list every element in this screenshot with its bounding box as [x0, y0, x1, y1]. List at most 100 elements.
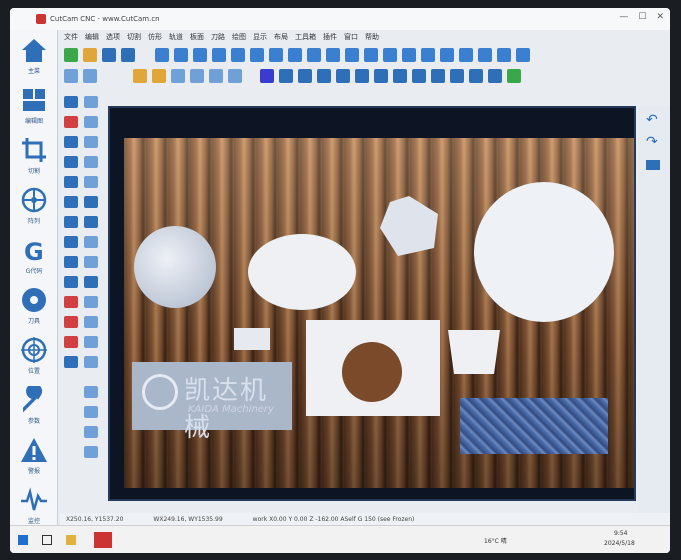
tool-icon[interactable] — [497, 48, 511, 62]
tool-icon[interactable] — [84, 116, 98, 128]
file-explorer-icon[interactable] — [66, 535, 76, 545]
windows-start-icon[interactable] — [18, 535, 28, 545]
sidebar-item-array[interactable]: 阵列 — [14, 186, 54, 232]
menu-item[interactable]: 选项 — [106, 32, 120, 42]
tool-icon[interactable] — [355, 69, 369, 83]
tool-icon[interactable] — [84, 296, 98, 308]
menu-item[interactable]: 编辑 — [85, 32, 99, 42]
tool-icon[interactable] — [64, 116, 78, 128]
menu-item[interactable]: 插件 — [323, 32, 337, 42]
tool-icon[interactable] — [288, 48, 302, 62]
tool-icon[interactable] — [440, 48, 454, 62]
cutcam-taskbar-icon[interactable] — [94, 532, 112, 548]
sidebar-item-crop[interactable]: 切割 — [14, 136, 54, 182]
part-circle-large[interactable] — [474, 182, 614, 322]
tool-icon[interactable] — [402, 48, 416, 62]
tool-icon[interactable] — [64, 256, 78, 268]
sidebar-item-position[interactable]: 位置 — [14, 336, 54, 382]
minimize-icon[interactable]: — — [619, 12, 628, 22]
menu-item[interactable]: 文件 — [64, 32, 78, 42]
tool-icon[interactable] — [84, 406, 98, 418]
tool-icon[interactable] — [64, 276, 78, 288]
tool-icon[interactable] — [84, 316, 98, 328]
sidebar-item-tool[interactable]: 刀具 — [14, 286, 54, 332]
tool-icon[interactable] — [155, 48, 169, 62]
tool-icon[interactable] — [152, 69, 166, 83]
part-plate-with-hole[interactable] — [306, 320, 440, 416]
tool-icon[interactable] — [84, 356, 98, 368]
tool-icon[interactable] — [231, 48, 245, 62]
part-logo-plate[interactable]: 凯达机械 KAIDA Machinery — [132, 362, 292, 443]
sidebar-item-alarm[interactable]: 警报 — [14, 436, 54, 482]
tool-icon[interactable] — [421, 48, 435, 62]
add-icon[interactable] — [64, 48, 78, 62]
tool-icon[interactable] — [488, 69, 502, 83]
scissors-icon[interactable] — [64, 316, 78, 328]
menu-item[interactable]: 轨道 — [169, 32, 183, 42]
tool-icon[interactable] — [83, 69, 97, 83]
tool-icon[interactable] — [84, 196, 98, 208]
warning-icon[interactable] — [133, 69, 147, 83]
tool-icon[interactable] — [84, 426, 98, 438]
tool-icon[interactable] — [336, 69, 350, 83]
tool-icon[interactable] — [171, 69, 185, 83]
part-trapezoid[interactable] — [446, 328, 502, 376]
menu-item[interactable]: 切割 — [127, 32, 141, 42]
tool-icon[interactable] — [84, 336, 98, 348]
menu-item[interactable]: 帮助 — [365, 32, 379, 42]
menu-item[interactable]: 布局 — [274, 32, 288, 42]
tool-icon[interactable] — [84, 176, 98, 188]
cross-icon[interactable] — [64, 296, 78, 308]
tool-icon[interactable] — [478, 48, 492, 62]
tool-icon[interactable] — [364, 48, 378, 62]
tool-icon[interactable] — [174, 48, 188, 62]
tool-icon[interactable] — [84, 96, 98, 108]
circle-icon[interactable] — [84, 216, 98, 228]
clock-icon[interactable] — [228, 69, 242, 83]
tool-icon[interactable] — [326, 48, 340, 62]
maximize-icon[interactable]: ☐ — [638, 12, 646, 22]
tool-icon[interactable] — [64, 216, 78, 228]
menu-item[interactable]: 工具箱 — [295, 32, 316, 42]
sidebar-item-params[interactable]: 参数 — [14, 386, 54, 432]
tool-icon[interactable] — [64, 69, 78, 83]
tool-icon[interactable] — [64, 336, 78, 348]
menu-item[interactable]: 窗口 — [344, 32, 358, 42]
menu-item[interactable]: 绘图 — [232, 32, 246, 42]
tool-icon[interactable] — [317, 69, 331, 83]
tool-icon[interactable] — [459, 48, 473, 62]
tool-icon[interactable] — [84, 256, 98, 268]
tool-icon[interactable] — [64, 196, 78, 208]
close-icon[interactable]: ✕ — [656, 12, 664, 22]
menu-item[interactable]: 刀路 — [211, 32, 225, 42]
tool-icon[interactable] — [412, 69, 426, 83]
redo-icon[interactable]: ↷ — [646, 134, 658, 150]
tool-icon[interactable] — [450, 69, 464, 83]
tool-icon[interactable] — [84, 386, 98, 398]
tool-icon[interactable] — [507, 69, 521, 83]
tool-icon[interactable] — [84, 236, 98, 248]
part-ellipse[interactable] — [248, 234, 356, 310]
tool-icon[interactable] — [250, 48, 264, 62]
lock-icon[interactable] — [64, 176, 78, 188]
tool-icon[interactable] — [431, 69, 445, 83]
tool-icon[interactable] — [84, 136, 98, 148]
tool-icon[interactable] — [84, 156, 98, 168]
undo-icon[interactable]: ↶ — [646, 112, 658, 128]
sidebar-item-layout[interactable]: 编辑图 — [14, 86, 54, 132]
part-small-rect[interactable] — [234, 328, 270, 350]
tool-icon[interactable] — [269, 48, 283, 62]
tool-icon[interactable] — [190, 69, 204, 83]
part-circle-left[interactable] — [134, 226, 216, 308]
tool-icon[interactable] — [516, 48, 530, 62]
triangle-icon[interactable] — [84, 276, 98, 288]
sidebar-item-home[interactable]: 主菜 — [14, 36, 54, 82]
tool-icon[interactable] — [345, 48, 359, 62]
tool-icon[interactable] — [212, 48, 226, 62]
tool-icon[interactable] — [383, 48, 397, 62]
tool-icon[interactable] — [307, 48, 321, 62]
tool-icon[interactable] — [64, 156, 78, 168]
part-hexagon[interactable] — [378, 194, 440, 258]
menu-item[interactable]: 仿形 — [148, 32, 162, 42]
tool-icon[interactable] — [64, 236, 78, 248]
